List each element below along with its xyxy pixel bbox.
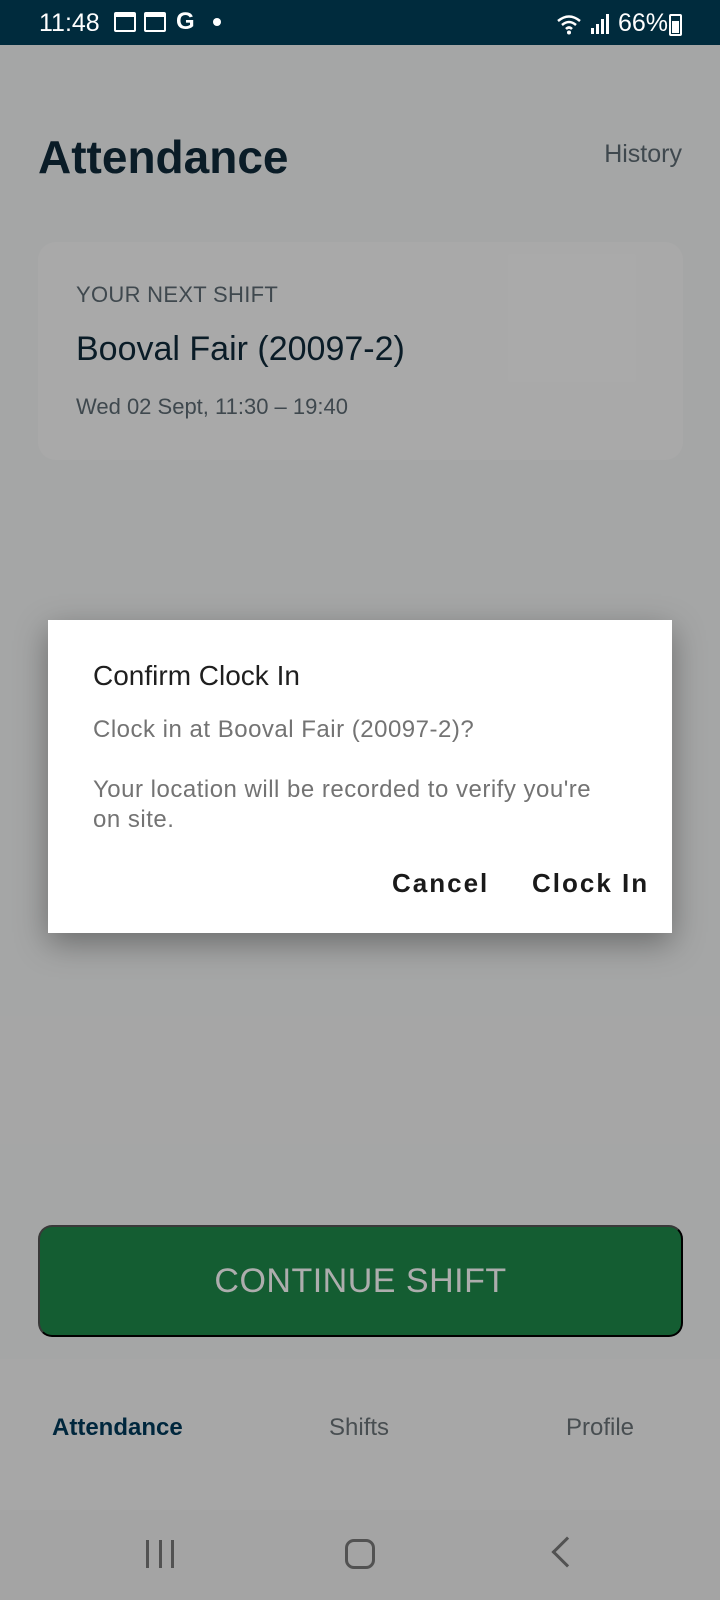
signal-icon (590, 13, 609, 34)
dialog-note: Your location will be recorded to verify… (93, 776, 592, 833)
battery-percent: 66% (617, 9, 668, 37)
cancel-button[interactable]: Cancel (392, 868, 489, 899)
wifi-icon (557, 14, 581, 34)
notification-icons: G (114, 8, 221, 35)
status-right: 66% (556, 9, 668, 38)
dialog-message: Clock in at Booval Fair (20097-2)? Your … (93, 715, 623, 865)
battery-icon (669, 14, 682, 36)
clock-in-button[interactable]: Clock In (532, 868, 649, 899)
dialog-question: Clock in at Booval Fair (20097-2)? (93, 716, 475, 743)
google-icon: G (176, 8, 195, 35)
calendar-icon (144, 12, 166, 32)
dialog-title: Confirm Clock In (93, 660, 300, 691)
calendar-icon (114, 12, 136, 32)
notification-dot-icon (212, 18, 221, 26)
confirm-clock-in-dialog: Confirm Clock In Clock in at Booval Fair… (48, 620, 672, 933)
status-time: 11:48 (39, 9, 100, 37)
status-bar: 11:48 G 66% (0, 0, 720, 45)
